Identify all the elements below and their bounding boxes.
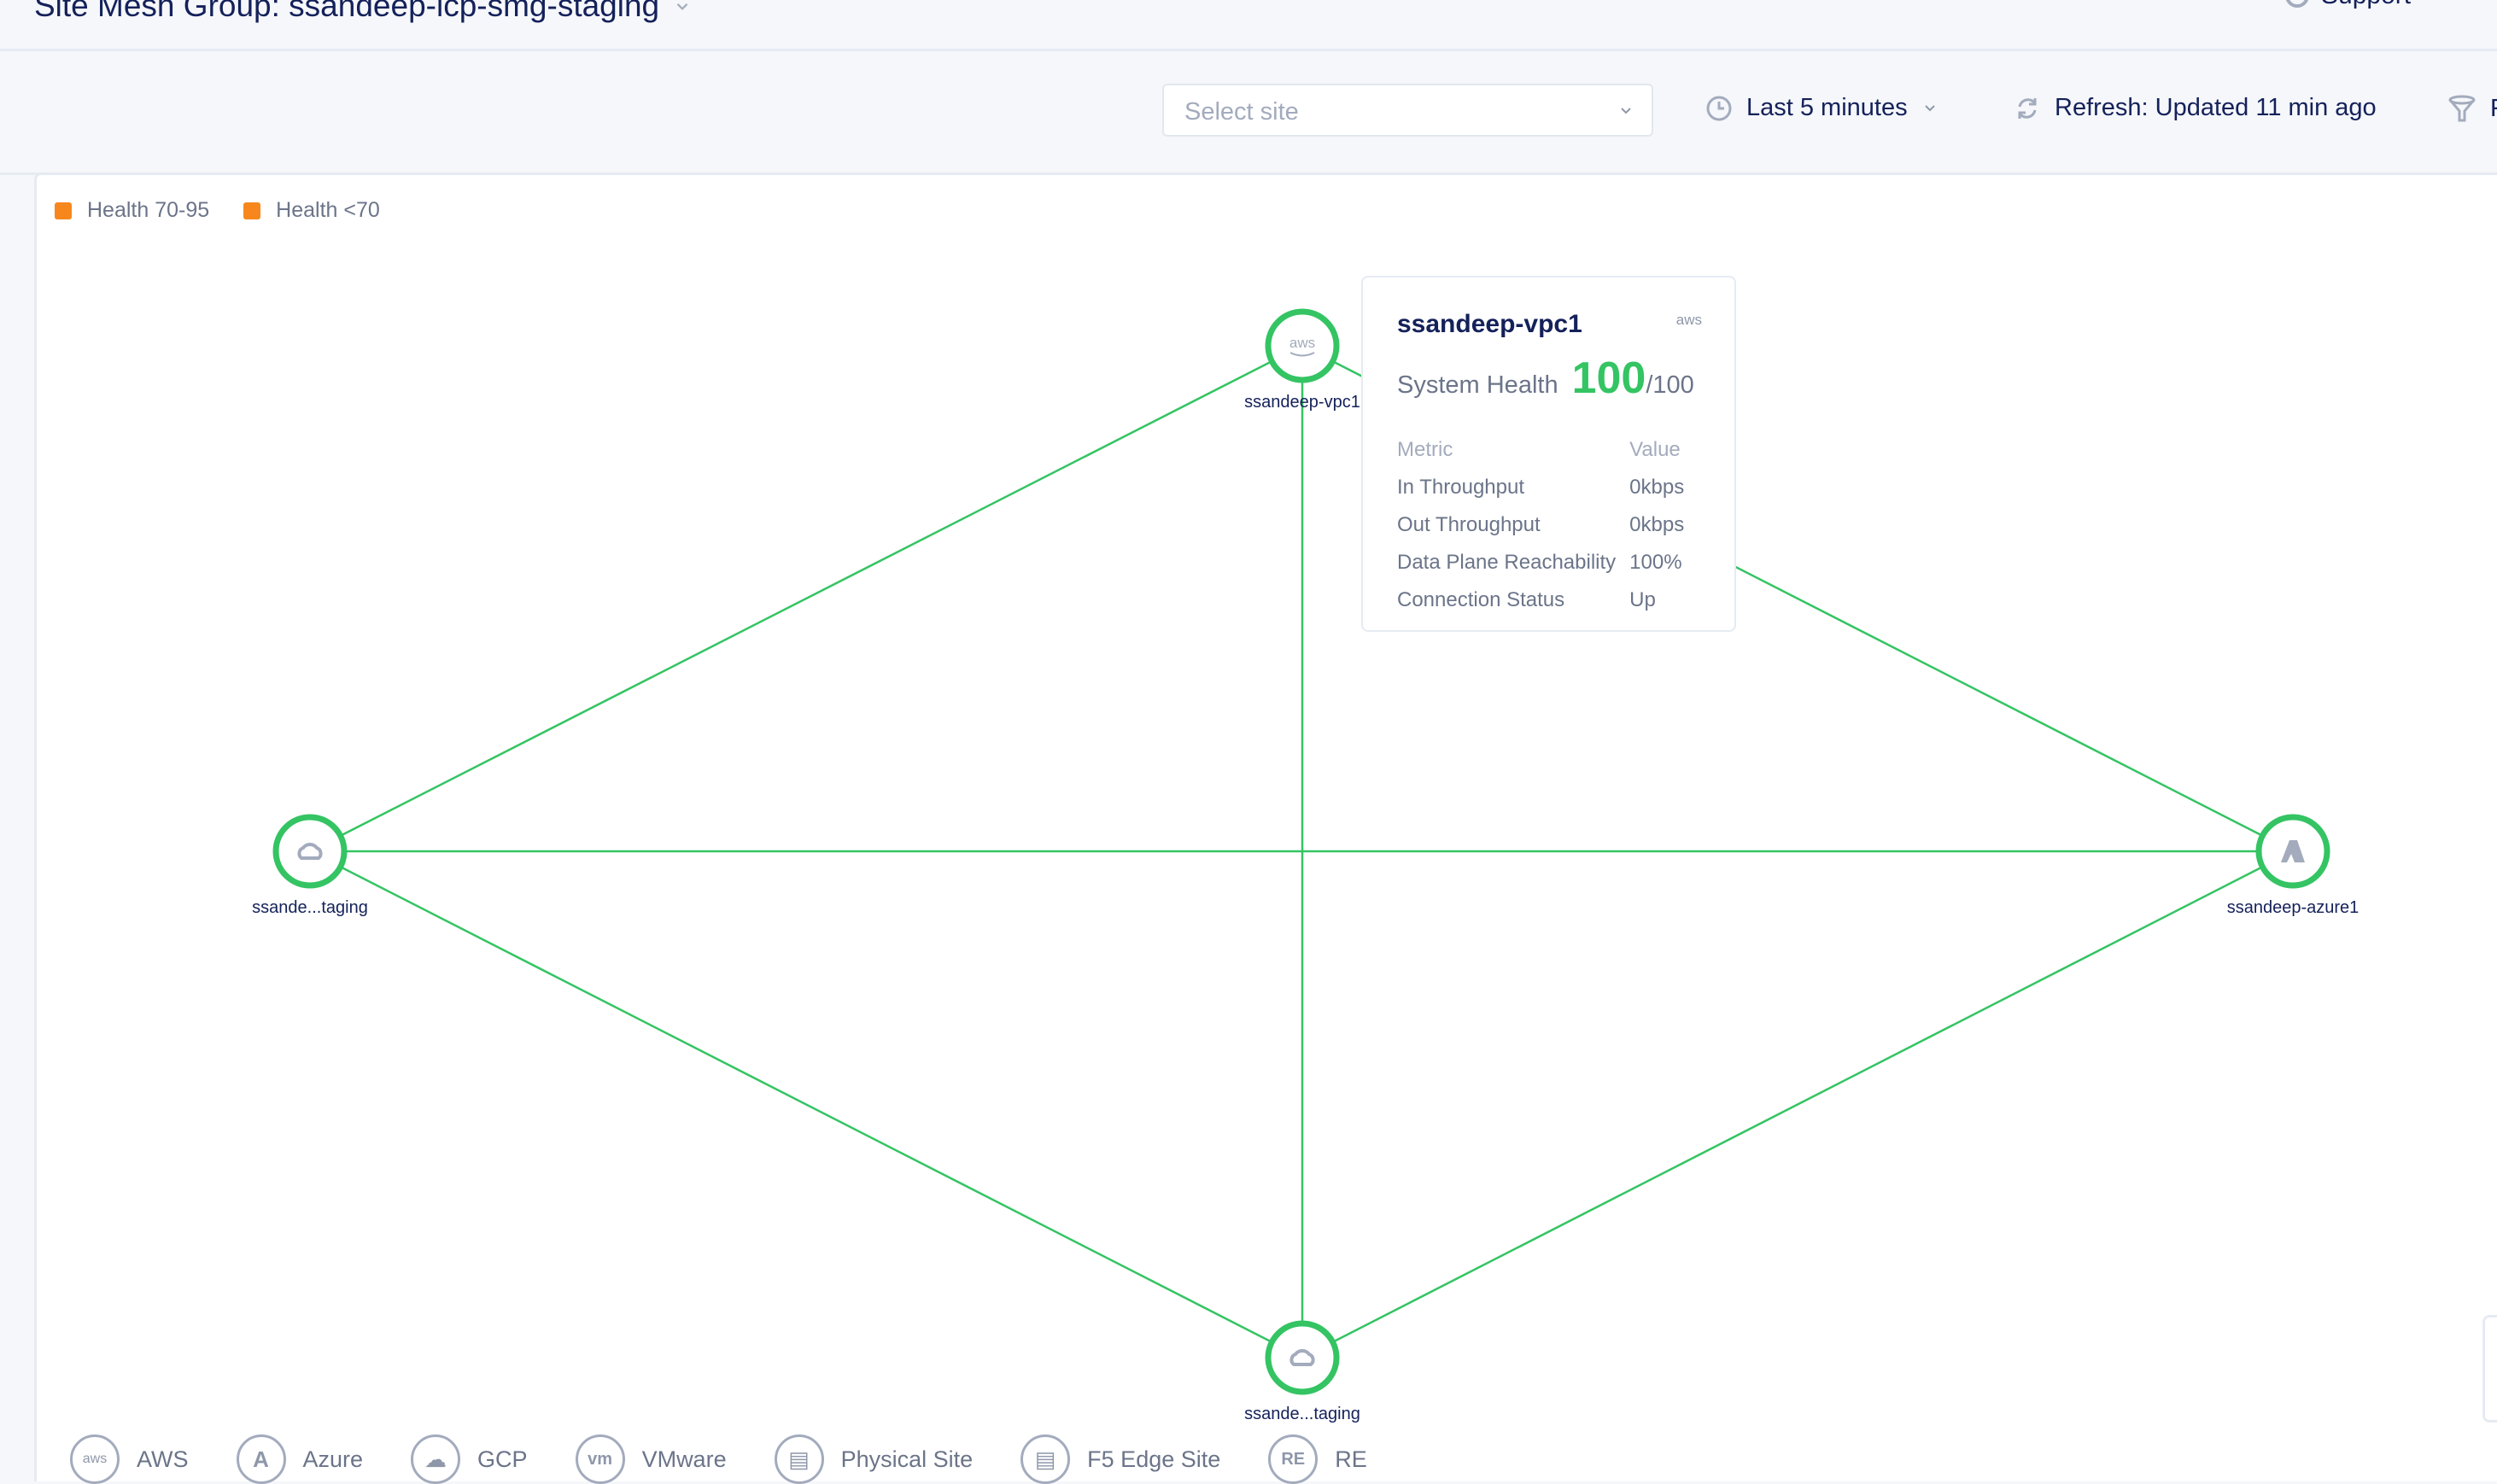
gcp-cloud-icon: ☁ [411,1434,461,1484]
metric-value: 0kbps [1629,513,1685,536]
metric-value: 0kbps [1629,476,1685,499]
mesh-link-top-left[interactable] [309,344,1303,853]
health-value: 100 [1571,353,1646,403]
health-ring [272,814,348,889]
provider-legend-physical-site: ▤ Physical Site [774,1434,974,1484]
health-ring [1265,1320,1340,1395]
metric-value: Up [1629,588,1656,611]
metrics-row: Out Throughput 0kbps [1397,506,1684,544]
node-label-right: ssandeep-azure1 [2226,898,2360,917]
site-node-bottom[interactable] [1265,1320,1340,1395]
zoom-controls[interactable] [2482,1315,2497,1423]
site-node-top[interactable]: aws [1265,308,1340,383]
metrics-table: Metric Value In Throughput 0kbps Out Thr… [1397,431,1684,619]
azure-icon: A [236,1434,286,1484]
metric-name: In Throughput [1397,476,1525,499]
provider-label: AWS [137,1446,189,1472]
provider-label: F5 Edge Site [1087,1446,1221,1472]
site-tooltip: ssandeep-vpc1 aws System Health 100 /100… [1361,276,1736,632]
vmware-icon: vm [575,1434,625,1484]
provider-legend-gcp: ☁ GCP [411,1434,528,1484]
svg-text:aws: aws [1289,335,1315,351]
metric-name: Data Plane Reachability [1397,551,1617,574]
provider-label: VMware [641,1446,727,1472]
provider-legend-aws: aws AWS [70,1434,189,1484]
aws-icon: aws [70,1434,120,1484]
f5-edge-server-icon: ▤ [1020,1434,1071,1484]
aws-icon: aws [1676,312,1702,329]
metrics-row: Data Plane Reachability 100% [1397,544,1684,581]
site-node-right[interactable] [2255,814,2330,889]
metrics-header-row: Metric Value [1397,431,1684,469]
provider-legend-re: RE RE [1268,1434,1367,1484]
topology-graph: aws [272,308,2330,1395]
metric-name: Out Throughput [1397,513,1541,536]
system-health: System Health 100 /100 [1397,353,1694,404]
node-label-left: ssande...taging [252,898,368,917]
metric-name: Connection Status [1397,588,1565,611]
provider-label: GCP [477,1446,528,1472]
provider-label: Physical Site [840,1446,974,1472]
health-label: System Health [1397,371,1558,399]
health-max: /100 [1646,371,1694,399]
site-node-left[interactable] [272,814,348,889]
provider-legend-vmware: vm VMware [575,1434,727,1484]
metrics-row: Connection Status Up [1397,581,1684,619]
provider-legend-f5-edge-site: ▤ F5 Edge Site [1020,1434,1220,1484]
metrics-row: In Throughput 0kbps [1397,469,1684,506]
provider-label: RE [1335,1446,1367,1472]
node-label-bottom: ssande...taging [1244,1405,1360,1423]
value-header: Value [1629,438,1681,461]
metric-value: 100% [1629,551,1682,574]
server-icon: ▤ [774,1434,824,1484]
provider-label: Azure [302,1446,364,1472]
tooltip-site-name: ssandeep-vpc1 [1397,310,1582,338]
re-icon: RE [1268,1434,1319,1484]
mesh-link-left-bottom[interactable] [309,850,1303,1359]
aws-icon-text: aws [1675,312,1702,328]
provider-legend-azure: A Azure [236,1434,364,1484]
node-label-top: ssandeep-vpc1 [1244,393,1360,412]
provider-legend: aws AWS A Azure ☁ GCP vm VMware ▤ Physical Si… [70,1434,1367,1484]
mesh-link-right-bottom[interactable] [1301,850,2294,1359]
metric-header: Metric [1397,438,1453,461]
